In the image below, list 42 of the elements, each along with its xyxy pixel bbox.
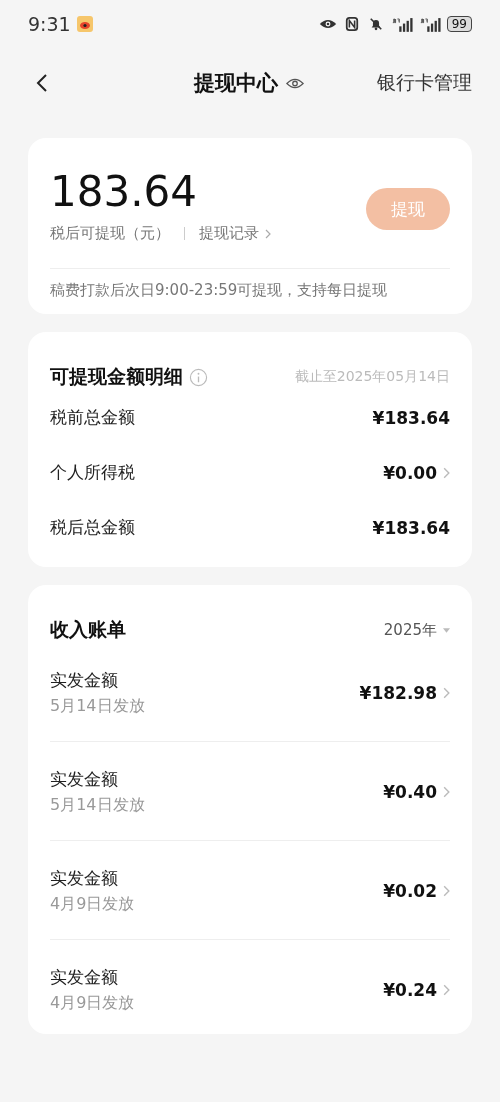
income-amount[interactable]: ¥182.98 [359, 683, 437, 703]
year-selector[interactable]: 2025年 [383, 620, 437, 640]
bank-card-link[interactable]: 银行卡管理 [377, 70, 472, 96]
back-icon[interactable] [36, 73, 48, 93]
detail-label: 税前总金额 [50, 406, 135, 429]
as-of-date: 截止至2025年05月14日 [294, 368, 450, 386]
signal-icon [418, 16, 441, 32]
app-notification-icon [76, 16, 93, 32]
income-label: 实发金额 [50, 867, 119, 890]
income-amount[interactable]: ¥0.40 [383, 782, 437, 802]
income-label: 实发金额 [50, 768, 119, 791]
payout-date: 5月14日发放 [50, 795, 145, 816]
payout-date: 4月9日发放 [50, 894, 135, 915]
eye-icon[interactable] [286, 76, 304, 90]
balance-amount: 183.64 [50, 166, 198, 218]
section-title: 可提现金额明细 [50, 364, 183, 389]
income-label: 实发金额 [50, 966, 119, 989]
withdraw-note: 稿费打款后次日9:00-23:59可提现，支持每日提现 [50, 281, 389, 300]
caret-icon [443, 627, 450, 633]
chevron-icon [443, 885, 450, 897]
signal-icon [390, 16, 413, 32]
income-amount[interactable]: ¥0.02 [383, 881, 437, 901]
payout-date: 4月9日发放 [50, 993, 135, 1014]
detail-label: 税后总金额 [50, 516, 135, 539]
detail-value: ¥183.64 [372, 407, 450, 428]
payout-date: 5月14日发放 [50, 696, 145, 717]
chevron-icon [443, 687, 450, 699]
records-link[interactable]: 提现记录 [199, 224, 259, 243]
balance-label: 税后可提现（元） [50, 224, 170, 243]
income-label: 实发金额 [50, 669, 119, 692]
chevron-icon [443, 984, 450, 996]
detail-value: ¥183.64 [372, 517, 450, 538]
chevron-icon [443, 786, 450, 798]
page-title: 提现中心 [194, 70, 278, 97]
section-title: 收入账单 [50, 617, 126, 642]
income-amount[interactable]: ¥0.24 [383, 980, 437, 1000]
detail-label: 个人所得税 [50, 461, 135, 484]
detail-value: ¥0.00 [383, 462, 437, 483]
chevron-icon [265, 228, 271, 239]
eye-icon [318, 17, 337, 31]
clock: 9:31 [28, 13, 71, 35]
battery-indicator: 99 [446, 16, 472, 32]
